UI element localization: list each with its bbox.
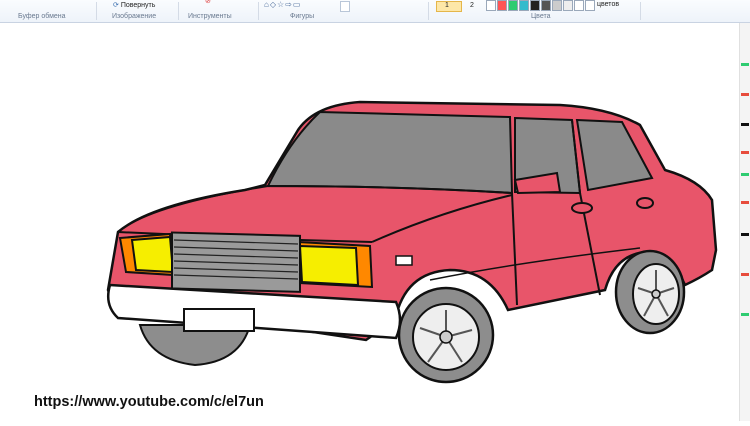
scroll-artifact (741, 313, 749, 316)
left-headlight (130, 235, 175, 274)
vertical-scrollbar[interactable] (739, 23, 750, 421)
palette-swatch[interactable] (530, 0, 540, 11)
ribbon-separator (96, 2, 97, 20)
palette-swatch[interactable] (585, 0, 595, 11)
license-plate (183, 308, 255, 332)
palette-swatch[interactable] (508, 0, 518, 11)
color1-label: 1 (445, 2, 449, 9)
palette-swatch[interactable] (519, 0, 529, 11)
scroll-artifact (741, 93, 749, 96)
shapes-gallery-icon[interactable]: ⌂◇☆⇨▭ (264, 0, 301, 9)
side-marker (395, 255, 413, 266)
group-image-label: Изображение (112, 13, 157, 20)
ribbon-separator (428, 2, 429, 20)
ribbon-separator (640, 2, 641, 20)
rotate-button[interactable]: ⟳ Повернуть (113, 1, 155, 9)
ribbon-separator (178, 2, 179, 20)
group-shapes-label: Фигуры (290, 13, 315, 20)
group-tools-label: Инструменты (188, 13, 232, 20)
front-hub (439, 330, 453, 344)
color1-button[interactable] (436, 1, 462, 12)
rotate-label: Повернуть (120, 2, 156, 9)
group-colors-label: Цвета (531, 13, 551, 20)
rotate-icon: ⟳ (113, 2, 119, 9)
ribbon-toolbar: Буфер обмена ⟳ Повернуть Изображение ⊘ И… (0, 0, 750, 23)
scroll-artifact (741, 151, 749, 154)
scroll-artifact (741, 201, 749, 204)
edit-colors-button[interactable]: цветов (597, 1, 619, 8)
scroll-artifact (741, 123, 749, 126)
rear-hub (651, 289, 661, 299)
color2-label[interactable]: 2 (470, 2, 474, 9)
palette-swatch[interactable] (497, 0, 507, 11)
palette-swatch[interactable] (552, 0, 562, 11)
scroll-artifact (741, 233, 749, 236)
scroll-artifact (741, 173, 749, 176)
scroll-artifact (741, 63, 749, 66)
drawing-canvas[interactable] (0, 23, 740, 421)
palette-swatch[interactable] (541, 0, 551, 11)
palette-swatch[interactable] (486, 0, 496, 11)
scroll-artifact (741, 273, 749, 276)
shapes-scroll-button[interactable] (340, 1, 350, 12)
door-handle-front (571, 202, 593, 214)
magnifier-icon[interactable]: ⊘ (205, 0, 211, 5)
door-handle-rear (636, 197, 654, 209)
palette-swatch[interactable] (563, 0, 573, 11)
ribbon-separator (258, 2, 259, 20)
channel-url-watermark: https://www.youtube.com/c/el7un (34, 394, 264, 410)
group-clipboard-label: Буфер обмена (18, 13, 66, 20)
right-headlight (298, 244, 360, 287)
car-drawing (106, 100, 718, 384)
palette-swatch[interactable] (574, 0, 584, 11)
